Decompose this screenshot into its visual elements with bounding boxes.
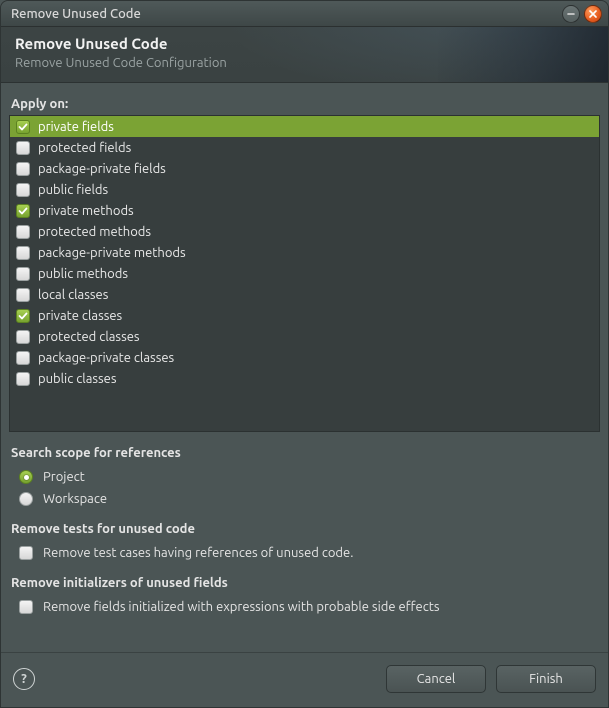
minimize-icon[interactable] — [562, 5, 580, 23]
apply-on-item[interactable]: protected fields — [10, 137, 599, 158]
checkbox-icon[interactable] — [16, 372, 30, 386]
radio-icon[interactable] — [19, 492, 33, 506]
apply-on-item[interactable]: private fields — [10, 116, 599, 137]
checkbox-icon[interactable] — [16, 225, 30, 239]
scope-label: Search scope for references — [11, 446, 600, 460]
checkbox-icon[interactable] — [16, 267, 30, 281]
checkbox-icon[interactable] — [16, 246, 30, 260]
scope-option-label: Workspace — [43, 492, 107, 506]
remove-tests-option[interactable]: Remove test cases having references of u… — [9, 542, 600, 564]
apply-on-item[interactable]: private classes — [10, 305, 599, 326]
dialog-footer: ? Cancel Finish — [1, 652, 608, 707]
apply-on-item-label: protected classes — [38, 330, 140, 344]
scope-option[interactable]: Project — [9, 466, 600, 488]
banner-subtitle: Remove Unused Code Configuration — [15, 56, 594, 70]
scope-group: Project Workspace — [9, 466, 600, 510]
checkbox-icon[interactable] — [16, 141, 30, 155]
checkbox-icon[interactable] — [16, 288, 30, 302]
checkbox-icon[interactable] — [16, 183, 30, 197]
apply-on-item[interactable]: protected classes — [10, 326, 599, 347]
apply-on-item-label: protected fields — [38, 141, 131, 155]
apply-on-item-label: package-private fields — [38, 162, 166, 176]
apply-on-item-label: public methods — [38, 267, 128, 281]
apply-on-item[interactable]: public classes — [10, 368, 599, 389]
apply-on-item-label: package-private methods — [38, 246, 186, 260]
scope-option[interactable]: Workspace — [9, 488, 600, 510]
apply-on-item[interactable]: local classes — [10, 284, 599, 305]
apply-on-item-label: private methods — [38, 204, 134, 218]
apply-on-item-label: private fields — [38, 120, 114, 134]
checkbox-icon[interactable] — [16, 330, 30, 344]
checkbox-icon[interactable] — [19, 546, 33, 560]
apply-on-item[interactable]: package-private methods — [10, 242, 599, 263]
apply-on-item[interactable]: public fields — [10, 179, 599, 200]
dialog-banner: Remove Unused Code Remove Unused Code Co… — [1, 27, 608, 83]
checkbox-icon[interactable] — [19, 600, 33, 614]
apply-on-item-label: protected methods — [38, 225, 151, 239]
apply-on-label: Apply on: — [11, 97, 600, 111]
remove-init-label: Remove initializers of unused fields — [11, 576, 600, 590]
checkbox-icon[interactable] — [16, 351, 30, 365]
apply-on-item-label: local classes — [38, 288, 108, 302]
apply-on-item-label: public classes — [38, 372, 116, 386]
checkbox-icon[interactable] — [16, 309, 30, 323]
remove-tests-label: Remove tests for unused code — [11, 522, 600, 536]
dialog-window: Remove Unused Code Remove Unused Code Re… — [0, 0, 609, 708]
remove-init-option-label: Remove fields initialized with expressio… — [43, 600, 440, 614]
apply-on-item[interactable]: package-private fields — [10, 158, 599, 179]
help-button[interactable]: ? — [13, 668, 35, 690]
apply-on-item[interactable]: protected methods — [10, 221, 599, 242]
apply-on-item[interactable]: private methods — [10, 200, 599, 221]
checkbox-icon[interactable] — [16, 204, 30, 218]
scope-option-label: Project — [43, 470, 85, 484]
remove-tests-option-label: Remove test cases having references of u… — [43, 546, 353, 560]
apply-on-item-label: package-private classes — [38, 351, 174, 365]
dialog-content: Apply on: private fields protected fields… — [1, 83, 608, 652]
checkbox-icon[interactable] — [16, 120, 30, 134]
titlebar[interactable]: Remove Unused Code — [1, 1, 608, 27]
apply-on-item-label: private classes — [38, 309, 122, 323]
window-title: Remove Unused Code — [11, 7, 558, 21]
checkbox-icon[interactable] — [16, 162, 30, 176]
apply-on-list: private fields protected fields package-pr… — [9, 115, 600, 432]
finish-button[interactable]: Finish — [496, 665, 596, 693]
apply-on-item-label: public fields — [38, 183, 108, 197]
banner-title: Remove Unused Code — [15, 35, 594, 52]
apply-on-item[interactable]: package-private classes — [10, 347, 599, 368]
close-icon[interactable] — [584, 5, 602, 23]
apply-on-item[interactable]: public methods — [10, 263, 599, 284]
remove-init-option[interactable]: Remove fields initialized with expressio… — [9, 596, 600, 618]
cancel-button[interactable]: Cancel — [386, 665, 486, 693]
radio-icon[interactable] — [19, 470, 33, 484]
